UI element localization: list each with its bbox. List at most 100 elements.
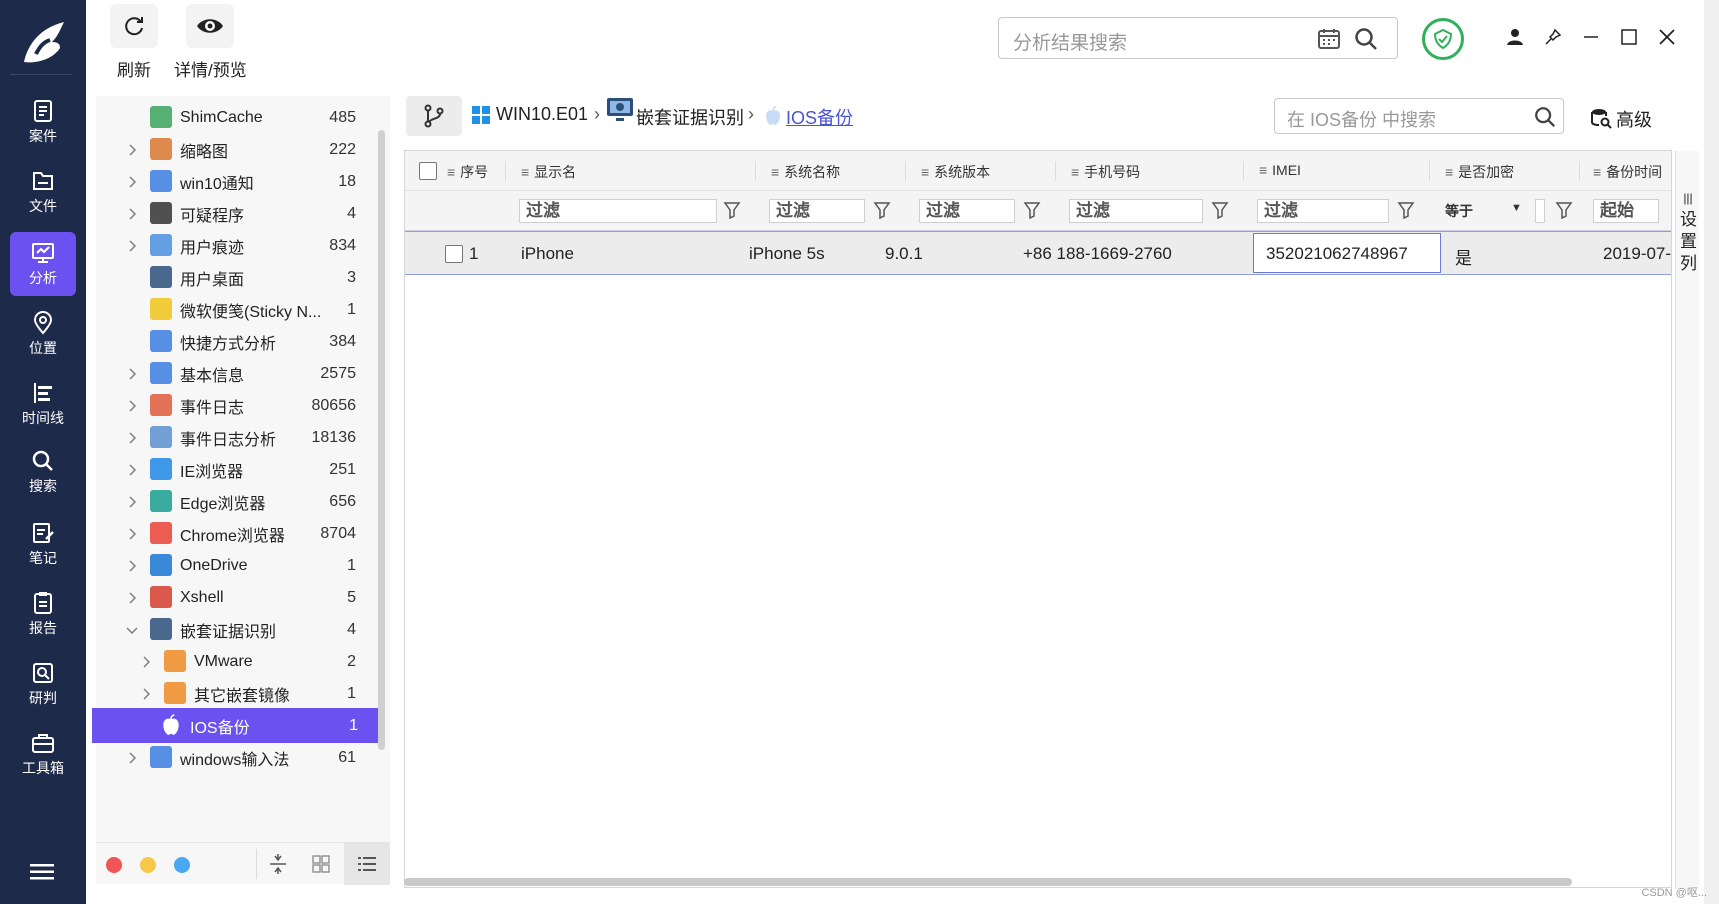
blue-dot-icon[interactable] (174, 857, 190, 873)
result-search-input[interactable]: 分析结果搜索 (998, 17, 1398, 59)
tree-item[interactable]: 其它嵌套镜像 1 (96, 676, 376, 711)
tree-item[interactable]: 可疑程序 4 (96, 196, 376, 231)
breadcrumb-item[interactable]: WIN10.E01 (496, 104, 588, 125)
tree-item[interactable]: 事件日志分析 18136 (96, 420, 376, 455)
tree-item[interactable]: windows输入法 61 (96, 740, 376, 775)
search-icon[interactable] (1353, 26, 1379, 52)
row-checkbox[interactable] (445, 245, 463, 263)
tree-item[interactable]: IE浏览器 251 (96, 452, 376, 487)
tree-scrollbar[interactable] (378, 130, 385, 750)
encrypt-filter-select[interactable]: 等于 ▼ (1445, 201, 1522, 221)
nav-item-toolbox[interactable]: 工具箱 (10, 722, 76, 786)
column-settings-button[interactable]: ||| 设 置 列 (1675, 151, 1699, 889)
column-header[interactable]: ≡ 系统版本 (921, 162, 990, 182)
maximize-icon[interactable] (1618, 26, 1640, 48)
menu-icon[interactable] (30, 862, 56, 887)
column-header[interactable]: ≡ 手机号码 (1071, 162, 1140, 182)
chevron-right-icon[interactable] (126, 176, 138, 188)
tree-item[interactable]: 嵌套证据识别 4 (96, 612, 376, 647)
filter-icon[interactable] (1211, 201, 1229, 219)
chevron-right-icon[interactable] (140, 688, 152, 700)
tree-item[interactable]: 快捷方式分析 384 (96, 324, 376, 359)
chevron-right-icon[interactable] (126, 496, 138, 508)
column-header[interactable]: ≡ 系统名称 (771, 162, 840, 182)
chevron-right-icon[interactable] (126, 208, 138, 220)
filter-input[interactable]: 过滤 (919, 199, 1015, 223)
filter-icon[interactable] (1023, 201, 1041, 219)
select-all-checkbox[interactable] (419, 162, 437, 180)
yellow-dot-icon[interactable] (140, 857, 156, 873)
chevron-right-icon[interactable] (126, 368, 138, 380)
tree-item[interactable]: ShimCache 485 (96, 100, 376, 135)
advanced-search-button[interactable]: 高级 (1591, 106, 1652, 132)
filter-input[interactable]: 过滤 (769, 199, 865, 223)
chevron-right-icon[interactable] (126, 752, 138, 764)
tree-item[interactable]: 微软便笺(Sticky N... 1 (96, 292, 376, 327)
table-row[interactable]: 1 iPhone iPhone 5s 9.0.1 +86 188-1669-27… (405, 231, 1671, 275)
calendar-icon[interactable] (1317, 27, 1341, 51)
search-icon[interactable] (1533, 105, 1557, 129)
status-shield-icon[interactable] (1422, 18, 1464, 60)
nav-item-report[interactable]: 报告 (10, 582, 76, 646)
tree-item[interactable]: 基本信息 2575 (96, 356, 376, 391)
tree-item[interactable]: Edge浏览器 656 (96, 484, 376, 519)
tree-item[interactable]: 缩略图 222 (96, 132, 376, 167)
column-header[interactable]: ≡ 备份时间 (1593, 162, 1662, 182)
filter-icon[interactable] (873, 201, 891, 219)
list-view-button[interactable] (344, 843, 390, 885)
chevron-right-icon[interactable] (126, 464, 138, 476)
tree-item[interactable]: Xshell 5 (96, 580, 376, 615)
chevron-right-icon[interactable] (126, 400, 138, 412)
time-filter-input[interactable]: 起始 (1593, 199, 1659, 223)
red-dot-icon[interactable] (106, 857, 122, 873)
window-scrollbar[interactable] (1704, 0, 1719, 904)
chevron-down-icon[interactable] (126, 624, 138, 636)
filter-input[interactable]: 过滤 (519, 199, 717, 223)
nav-item-timeline[interactable]: 时间线 (10, 372, 76, 436)
collapse-icon[interactable] (268, 853, 288, 875)
chevron-right-icon[interactable] (140, 656, 152, 668)
tree-item[interactable]: VMware 2 (96, 644, 376, 679)
tree-item[interactable]: OneDrive 1 (96, 548, 376, 583)
chevron-right-icon[interactable] (126, 528, 138, 540)
minimize-icon[interactable] (1580, 26, 1602, 48)
refresh-button[interactable]: 刷新 (110, 4, 158, 81)
nav-item-file[interactable]: 文件 (10, 160, 76, 224)
grid-search-input[interactable]: 在 IOS备份 中搜索 (1274, 98, 1564, 134)
preview-button[interactable]: 详情/预览 (174, 4, 247, 81)
filter-input[interactable]: 过滤 (1069, 199, 1203, 223)
filter-icon[interactable] (723, 201, 741, 219)
tree-item[interactable]: IOS备份 1 (92, 708, 378, 743)
user-icon[interactable] (1504, 26, 1526, 48)
nav-item-note[interactable]: 笔记 (10, 512, 76, 576)
column-header[interactable]: ≡ 显示名 (521, 162, 576, 182)
chevron-right-icon[interactable] (126, 560, 138, 572)
nav-item-location[interactable]: 位置 (10, 302, 76, 366)
breadcrumb-current[interactable]: IOS备份 (786, 104, 853, 130)
column-header[interactable]: ≡ 序号 (447, 162, 488, 182)
nav-item-analysis[interactable]: 分析 (10, 232, 76, 296)
filter-icon[interactable] (1397, 201, 1415, 219)
close-icon[interactable] (1656, 26, 1678, 48)
filter-icon[interactable] (1555, 201, 1573, 219)
breadcrumb-item[interactable]: 嵌套证据识别 (636, 104, 744, 130)
branch-button[interactable] (406, 96, 462, 136)
nav-item-judge[interactable]: 研判 (10, 652, 76, 716)
cell-imei-selected[interactable]: 352021062748967 (1253, 233, 1441, 273)
tree-item[interactable]: Chrome浏览器 8704 (96, 516, 376, 551)
grid-view-icon[interactable] (312, 855, 330, 873)
column-header[interactable]: ≡ 是否加密 (1445, 162, 1514, 182)
tree-item[interactable]: 事件日志 80656 (96, 388, 376, 423)
nav-item-search[interactable]: 搜索 (10, 440, 76, 504)
chevron-right-icon[interactable] (126, 432, 138, 444)
chevron-right-icon[interactable] (126, 592, 138, 604)
filter-input[interactable]: 过滤 (1257, 199, 1389, 223)
column-header[interactable]: ≡ IMEI (1259, 162, 1301, 178)
nav-item-case[interactable]: 案件 (10, 90, 76, 154)
grid-horizontal-scrollbar[interactable] (404, 878, 1572, 886)
tree-item[interactable]: 用户痕迹 834 (96, 228, 376, 263)
chevron-right-icon[interactable] (126, 240, 138, 252)
pin-icon[interactable] (1542, 26, 1564, 48)
tree-item[interactable]: win10通知 18 (96, 164, 376, 199)
tree-item[interactable]: 用户桌面 3 (96, 260, 376, 295)
